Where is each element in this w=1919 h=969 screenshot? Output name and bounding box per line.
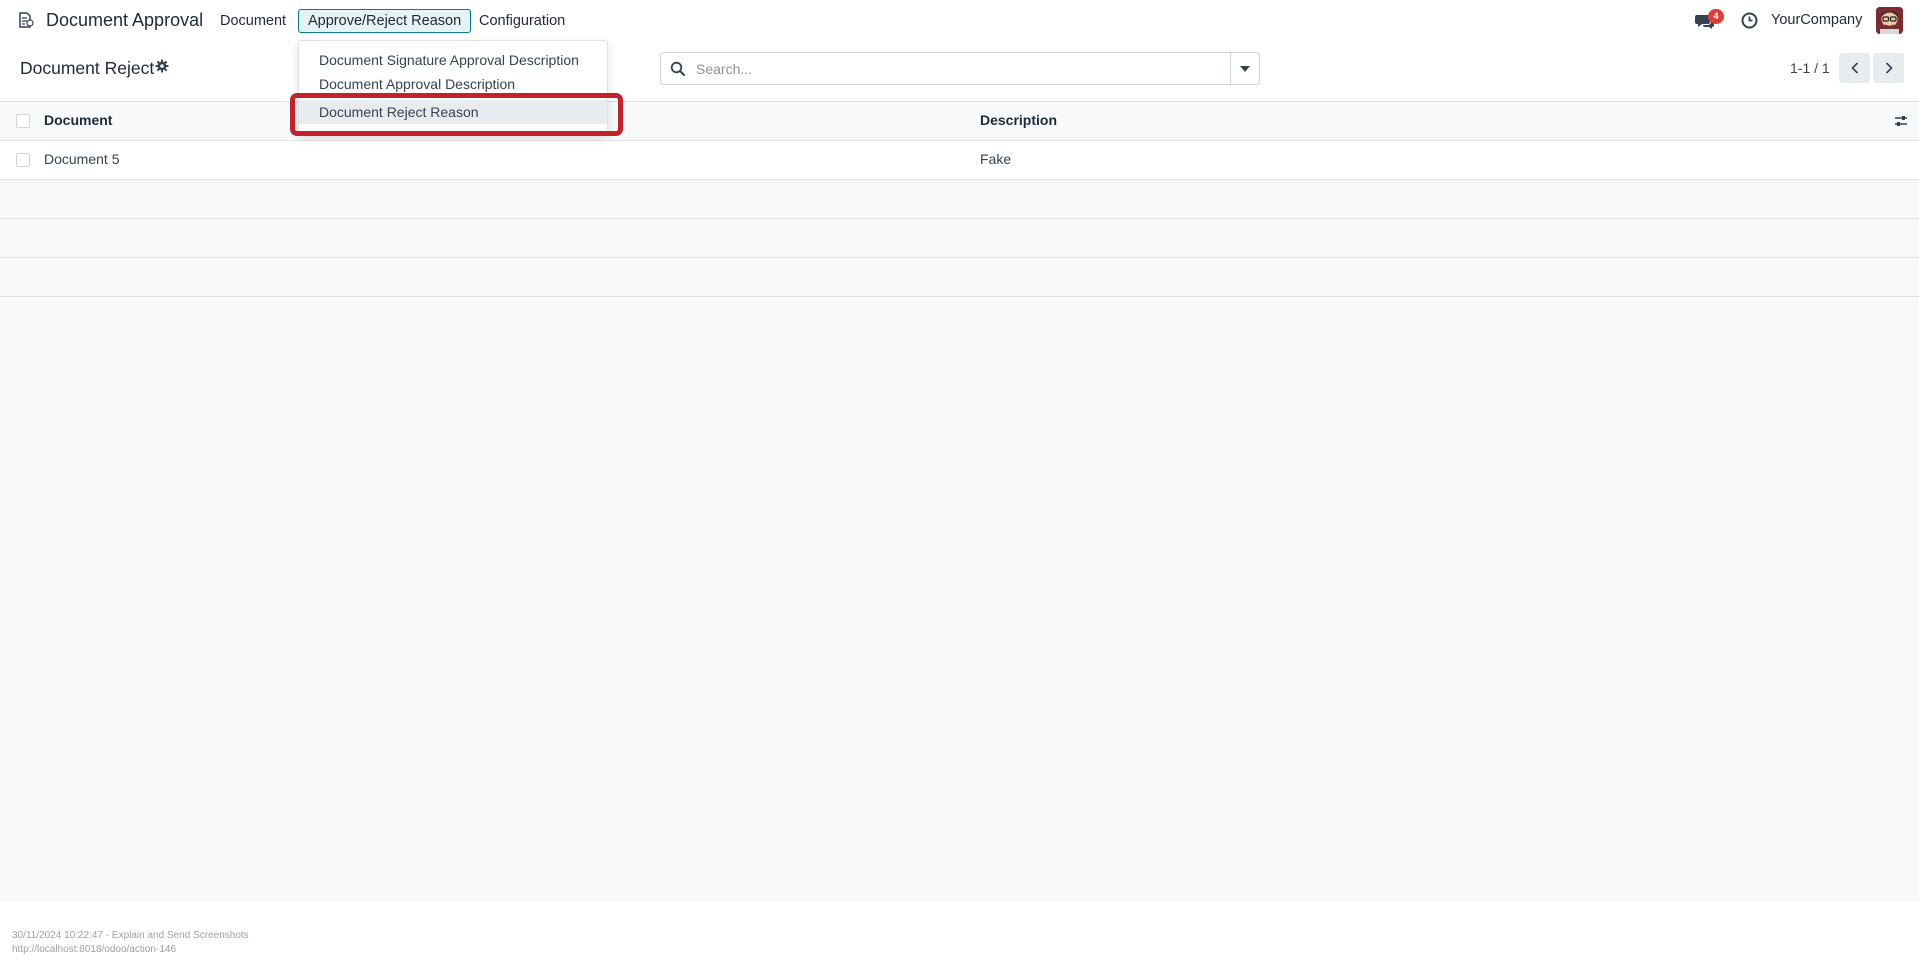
list-header: Document Description	[0, 102, 1919, 141]
cell-description[interactable]: Fake	[980, 151, 1011, 167]
column-header-document[interactable]: Document	[44, 112, 112, 128]
footer: 30/11/2024 10:22:47 - Explain and Send S…	[0, 902, 1919, 969]
menu-configuration[interactable]: Configuration	[479, 11, 565, 31]
pager-next-button[interactable]	[1873, 53, 1904, 83]
page-title: Document Reject	[20, 58, 155, 78]
dropdown-item-approval-description[interactable]: Document Approval Description	[299, 75, 607, 93]
dropdown-item-signature-approval-description[interactable]: Document Signature Approval Description	[299, 48, 607, 72]
empty-row	[0, 219, 1919, 258]
clock-icon[interactable]	[1741, 12, 1758, 34]
optional-columns-icon[interactable]	[1894, 114, 1908, 128]
app-title[interactable]: Document Approval	[46, 10, 203, 31]
search-options-toggle[interactable]	[1230, 53, 1259, 84]
cell-document[interactable]: Document 5	[44, 151, 119, 167]
pager-value[interactable]: 1-1 / 1	[1790, 60, 1830, 76]
control-panel: Document Reject 1-1 / 1	[0, 42, 1919, 102]
search-icon	[670, 61, 686, 77]
caret-down-icon	[1240, 65, 1250, 72]
messages-badge: 4	[1708, 9, 1724, 24]
gear-icon[interactable]	[155, 59, 169, 73]
search-box	[660, 52, 1260, 85]
company-switcher[interactable]: YourCompany	[1771, 12, 1862, 28]
apps-menu-icon[interactable]	[17, 11, 35, 29]
search-input[interactable]	[694, 53, 1214, 84]
empty-row	[0, 258, 1919, 297]
empty-row	[0, 180, 1919, 219]
highlight-annotation-box	[290, 93, 623, 136]
table-row[interactable]: Document 5 Fake	[0, 141, 1919, 180]
top-navbar: Document Approval Document Approve/Rejec…	[0, 0, 1919, 42]
chevron-right-icon	[1885, 62, 1893, 74]
menu-approve-reject-reason[interactable]: Approve/Reject Reason	[298, 9, 472, 33]
select-all-checkbox[interactable]	[16, 114, 30, 128]
page-url: http://localhost:8018/odoo/action-146	[12, 944, 177, 955]
column-header-description[interactable]: Description	[980, 112, 1057, 128]
row-checkbox[interactable]	[16, 153, 30, 167]
list-view: Document Description Document 5 Fake	[0, 102, 1919, 902]
pager-previous-button[interactable]	[1839, 53, 1870, 83]
user-avatar[interactable]	[1876, 7, 1903, 34]
menu-document[interactable]: Document	[220, 11, 286, 31]
chevron-left-icon	[1850, 62, 1858, 74]
screenshot-timestamp: 30/11/2024 10:22:47 - Explain and Send S…	[12, 930, 249, 941]
